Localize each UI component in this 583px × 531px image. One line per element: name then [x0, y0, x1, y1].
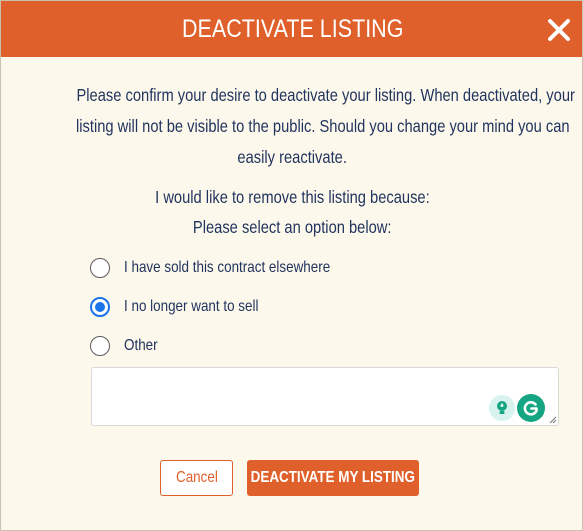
- close-icon: [548, 19, 570, 41]
- deactivate-listing-button[interactable]: DEACTIVATE MY LISTING: [247, 460, 419, 496]
- dialog-title: DEACTIVATE LISTING: [181, 14, 404, 43]
- lightbulb-icon[interactable]: [489, 395, 515, 421]
- option-label: Other: [124, 337, 158, 354]
- radio-no-longer-sell[interactable]: [90, 297, 110, 317]
- grammarly-icon[interactable]: [517, 394, 545, 422]
- resize-handle-icon[interactable]: [549, 416, 557, 424]
- intro-line-2: listing will not be visible to the publi…: [76, 116, 570, 136]
- option-label: I have sold this contract elsewhere: [124, 259, 331, 276]
- radio-sold-elsewhere[interactable]: [90, 258, 110, 278]
- reason-options: I have sold this contract elsewhere I no…: [90, 257, 369, 374]
- intro-line-3: easily reactivate.: [237, 147, 348, 167]
- close-button[interactable]: [546, 17, 572, 43]
- reason-heading: I would like to remove this listing beca…: [155, 187, 430, 207]
- option-label: I no longer want to sell: [124, 298, 259, 315]
- intro-text: Please confirm your desire to deactivate…: [29, 80, 575, 173]
- option-sold-elsewhere[interactable]: I have sold this contract elsewhere: [90, 257, 369, 279]
- deactivate-listing-dialog: DEACTIVATE LISTING Please confirm your d…: [0, 0, 583, 531]
- dialog-header: DEACTIVATE LISTING: [1, 1, 582, 57]
- cancel-button[interactable]: Cancel: [160, 460, 233, 496]
- option-no-longer-sell[interactable]: I no longer want to sell: [90, 296, 369, 318]
- reason-subheading: Please select an option below:: [193, 217, 392, 237]
- other-reason-textarea[interactable]: [91, 367, 559, 426]
- option-other[interactable]: Other: [90, 335, 369, 357]
- radio-other[interactable]: [90, 336, 110, 356]
- intro-line-1: Please confirm your desire to deactivate…: [76, 85, 575, 105]
